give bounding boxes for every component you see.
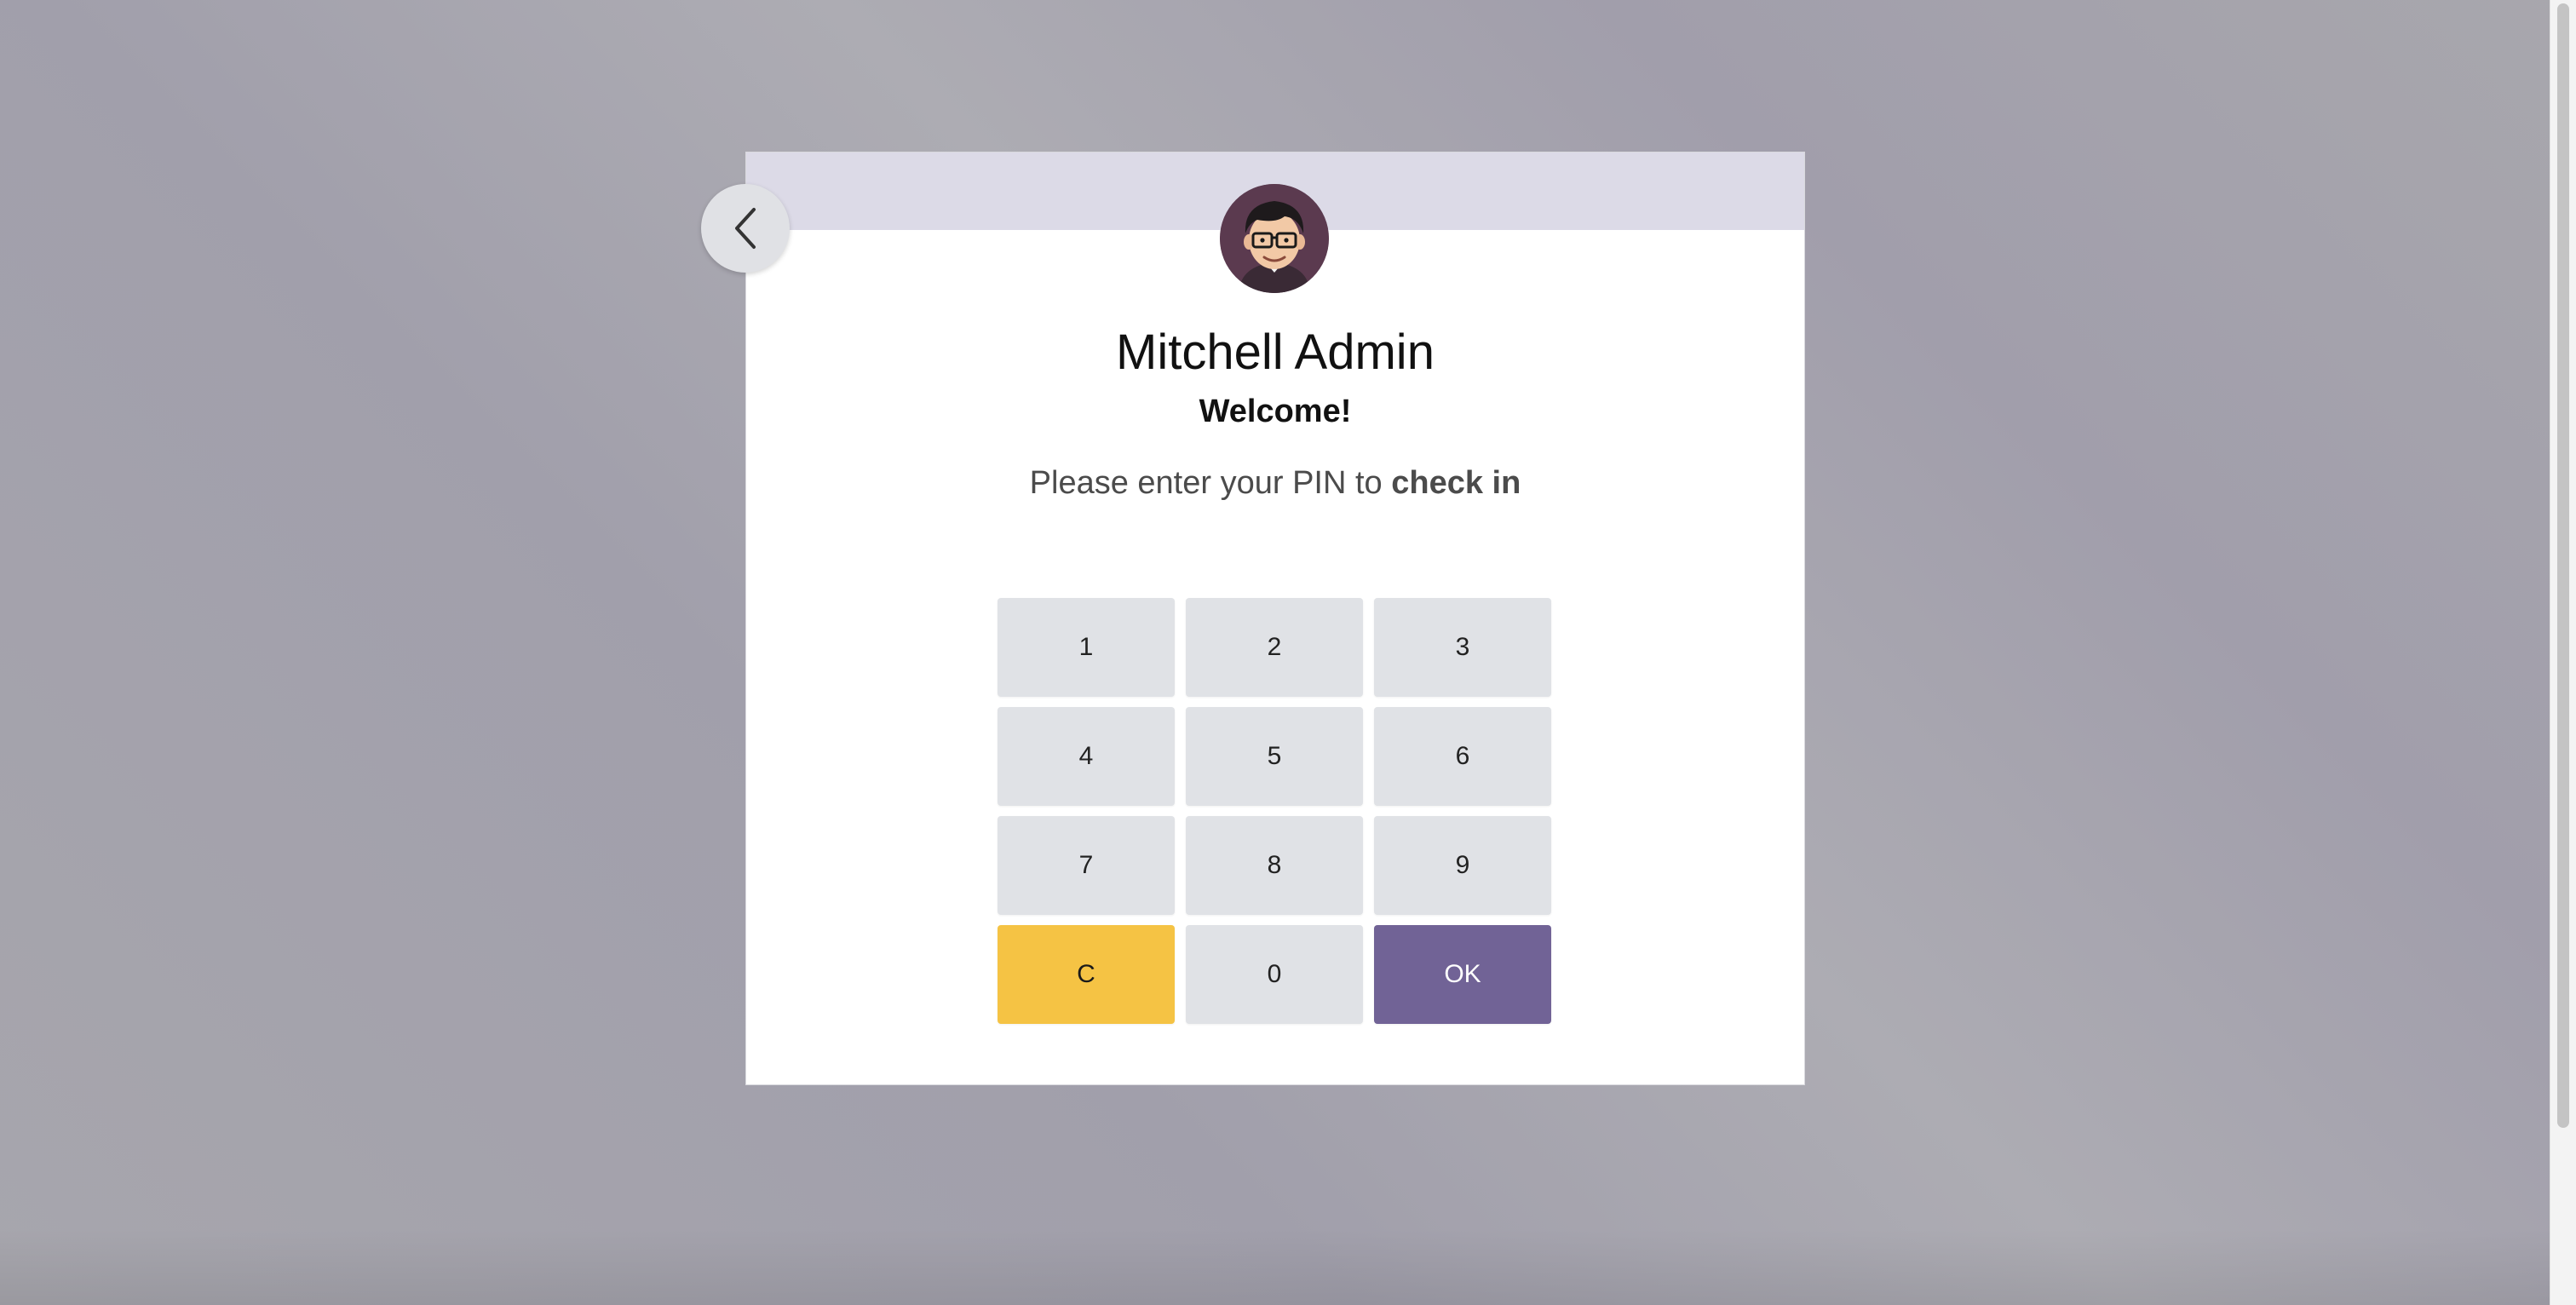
key-0[interactable]: 0 xyxy=(1186,925,1363,1024)
key-1[interactable]: 1 xyxy=(998,598,1175,697)
key-4[interactable]: 4 xyxy=(998,707,1175,806)
key-9[interactable]: 9 xyxy=(1374,816,1551,915)
clear-button[interactable]: C xyxy=(998,925,1175,1024)
key-6[interactable]: 6 xyxy=(1374,707,1551,806)
employee-name: Mitchell Admin xyxy=(1116,325,1435,380)
key-5[interactable]: 5 xyxy=(1186,707,1363,806)
key-2[interactable]: 2 xyxy=(1186,598,1363,697)
pin-instruction: Please enter your PIN to check in xyxy=(745,465,1805,502)
ok-button[interactable]: OK xyxy=(1374,925,1551,1024)
back-button[interactable] xyxy=(701,184,790,273)
pin-instruction-action: check in xyxy=(1391,465,1521,501)
welcome-message: Welcome! xyxy=(1199,394,1352,429)
pin-instruction-text: Please enter your PIN to xyxy=(1029,465,1392,501)
scrollbar-thumb[interactable] xyxy=(2557,3,2569,1128)
avatar xyxy=(1220,184,1329,293)
background-shade xyxy=(0,1228,2576,1305)
chevron-left-icon xyxy=(735,208,756,249)
page-scrollbar[interactable] xyxy=(2550,0,2576,1305)
pin-keypad: 1 2 3 4 5 6 7 8 9 C 0 OK xyxy=(998,598,1553,1024)
key-8[interactable]: 8 xyxy=(1186,816,1363,915)
key-7[interactable]: 7 xyxy=(998,816,1175,915)
key-3[interactable]: 3 xyxy=(1374,598,1551,697)
